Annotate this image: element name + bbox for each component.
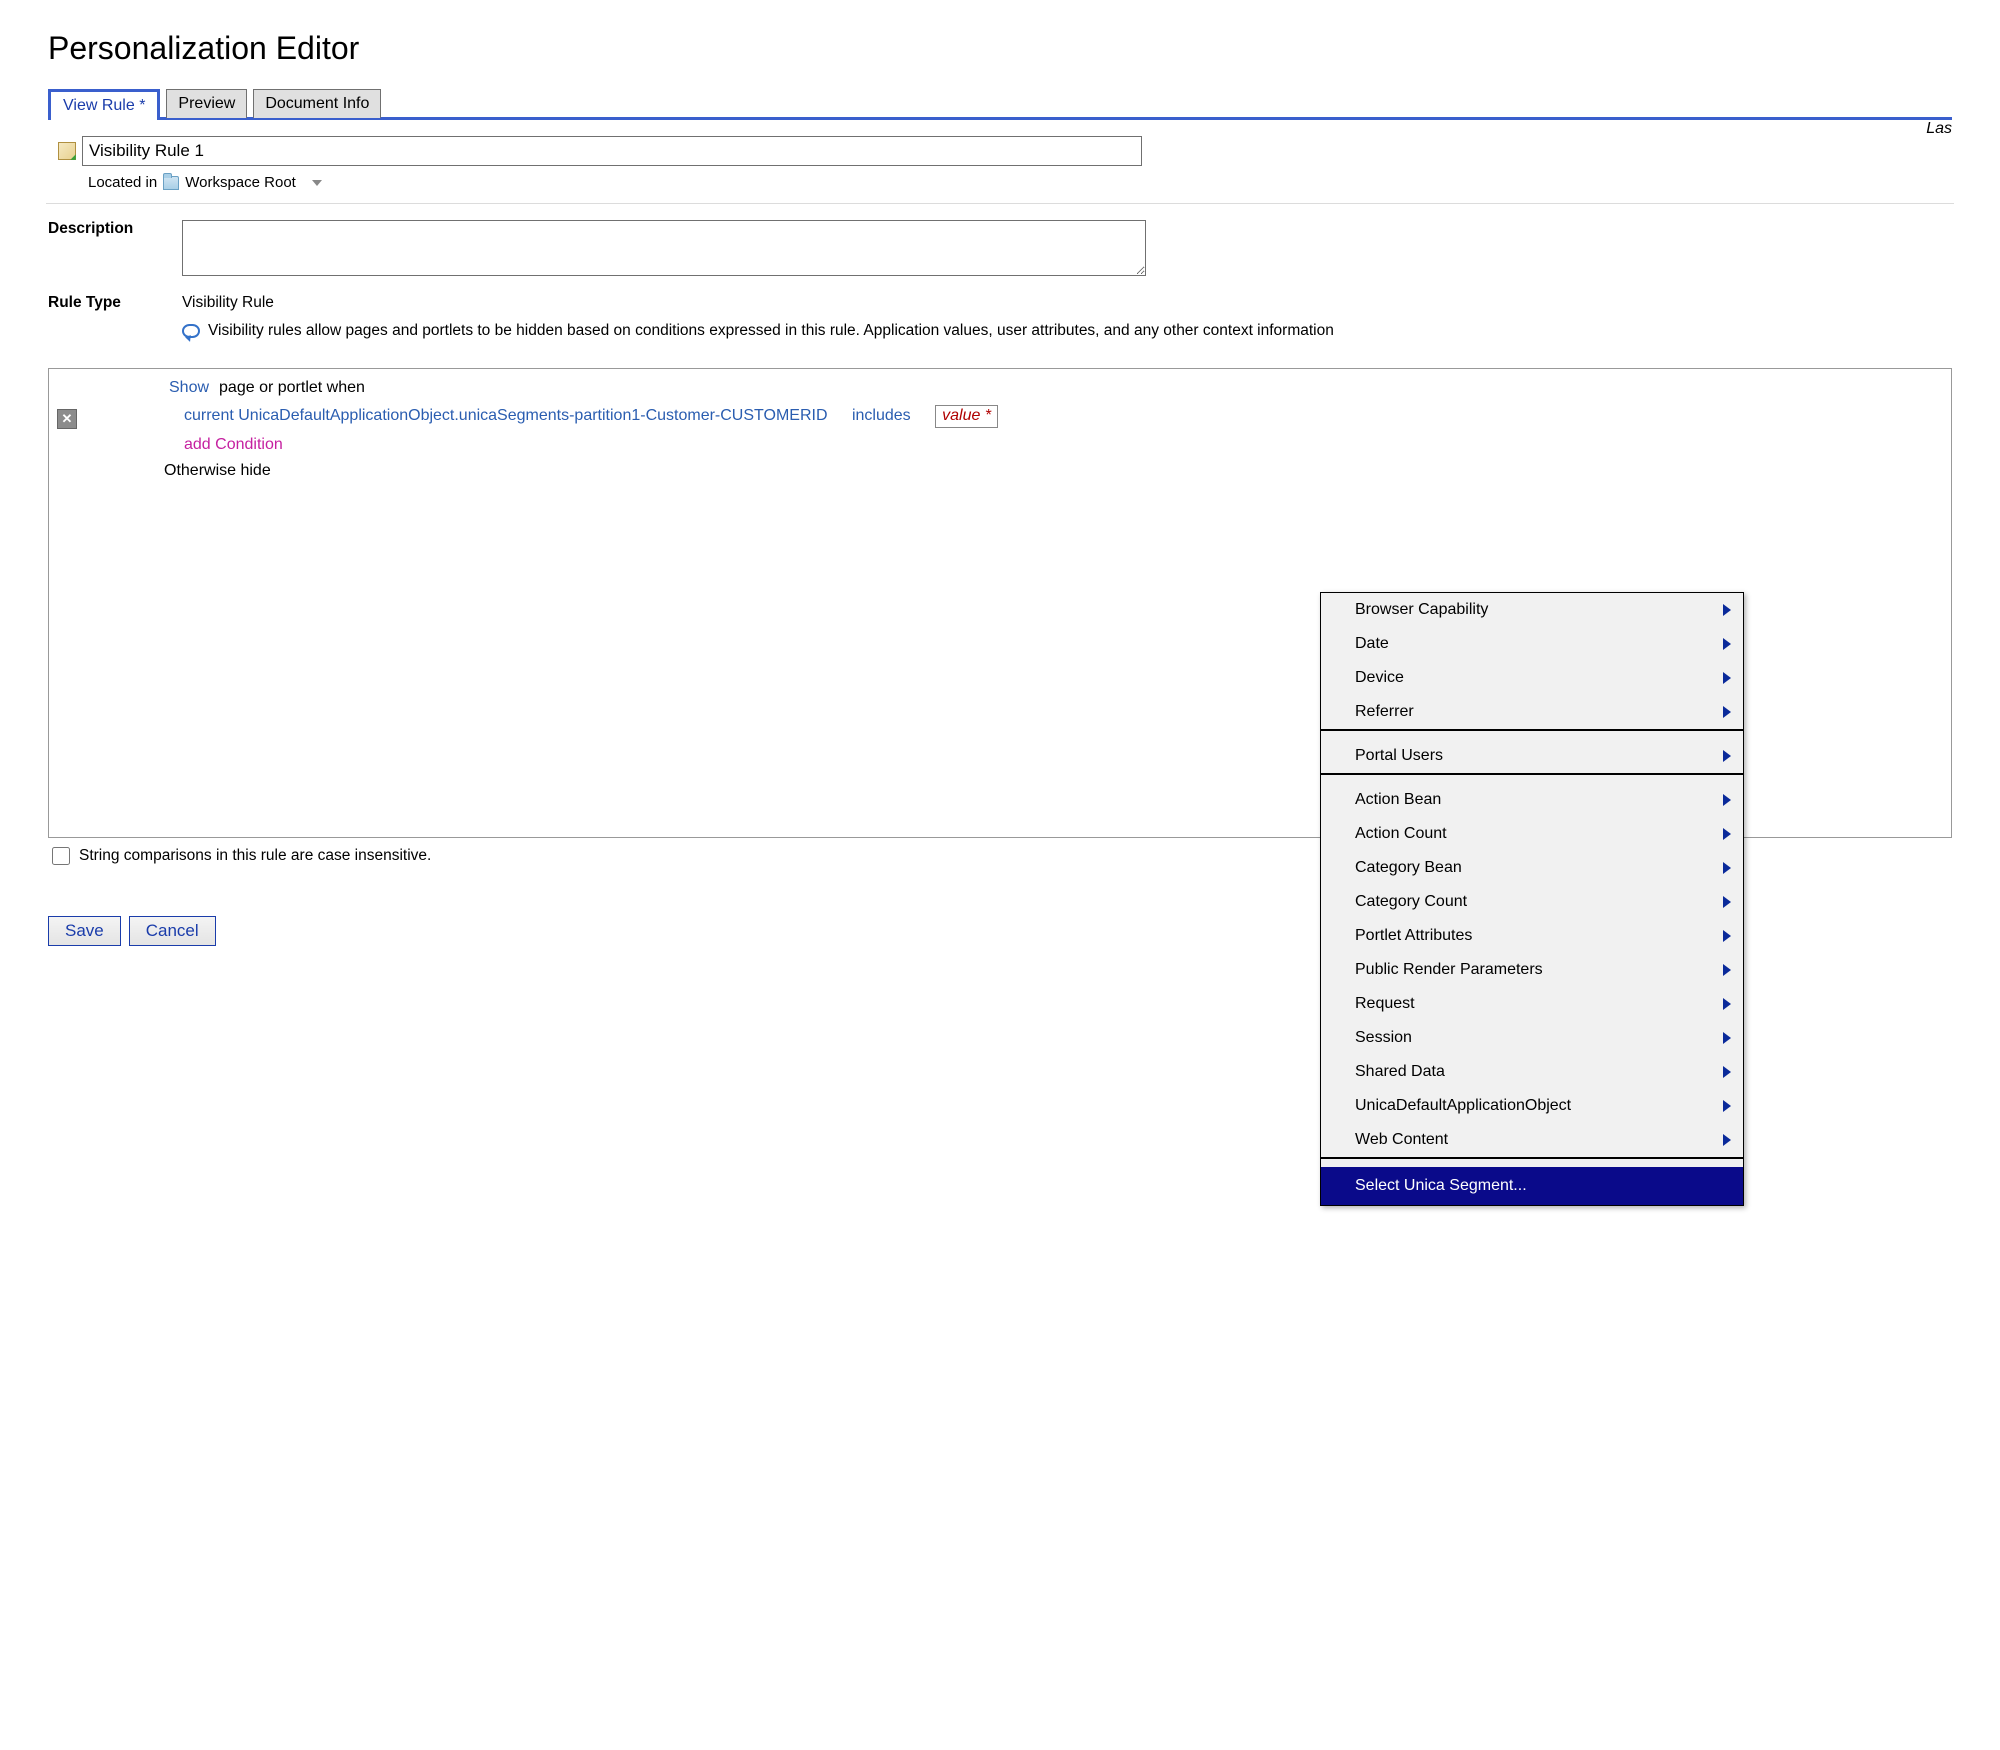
dropdown-item-label: Request xyxy=(1355,995,1415,1013)
dropdown-item-shared-data[interactable]: Shared Data xyxy=(1321,1055,1743,1089)
rule-document-icon xyxy=(58,142,76,160)
dropdown-item-date[interactable]: Date xyxy=(1321,627,1743,661)
dropdown-item-label: Public Render Parameters xyxy=(1355,961,1543,979)
dropdown-item-label: Browser Capability xyxy=(1355,601,1488,619)
dropdown-item-select-unica-segment[interactable]: Select Unica Segment... xyxy=(1321,1167,1743,1205)
dropdown-item-session[interactable]: Session xyxy=(1321,1021,1743,1055)
save-button[interactable]: Save xyxy=(48,916,121,946)
submenu-arrow-icon xyxy=(1723,1066,1731,1078)
rule-name-input[interactable] xyxy=(82,136,1142,166)
show-keyword[interactable]: Show xyxy=(169,379,209,397)
tab-document-info[interactable]: Document Info xyxy=(253,89,381,118)
dropdown-item-label: Portal Users xyxy=(1355,747,1443,765)
otherwise-hide-text: Otherwise hide xyxy=(164,462,271,480)
description-label: Description xyxy=(48,220,168,238)
rule-type-label: Rule Type xyxy=(48,294,168,312)
dropdown-item-label: Referrer xyxy=(1355,703,1414,721)
submenu-arrow-icon xyxy=(1723,794,1731,806)
dropdown-item-action-bean[interactable]: Action Bean xyxy=(1321,783,1743,817)
submenu-arrow-icon xyxy=(1723,706,1731,718)
dropdown-item-label: Category Count xyxy=(1355,893,1467,911)
workspace-root-icon xyxy=(163,176,179,190)
value-input[interactable]: value * xyxy=(935,405,998,428)
dropdown-item-label: Action Count xyxy=(1355,825,1447,843)
submenu-arrow-icon xyxy=(1723,638,1731,650)
cancel-button[interactable]: Cancel xyxy=(129,916,216,946)
help-bubble-icon xyxy=(182,324,200,338)
tab-view-rule[interactable]: View Rule * xyxy=(48,89,160,120)
dropdown-item-portal-users[interactable]: Portal Users xyxy=(1321,739,1743,773)
dropdown-item-category-count[interactable]: Category Count xyxy=(1321,885,1743,919)
workspace-root-value: Workspace Root xyxy=(185,174,296,191)
dropdown-item-action-count[interactable]: Action Count xyxy=(1321,817,1743,851)
submenu-arrow-icon xyxy=(1723,1134,1731,1146)
condition-expression-link[interactable]: current UnicaDefaultApplicationObject.un… xyxy=(184,407,828,425)
dropdown-item-referrer[interactable]: Referrer xyxy=(1321,695,1743,729)
rule-type-value: Visibility Rule xyxy=(182,294,1334,312)
located-in-label: Located in xyxy=(88,174,157,191)
includes-operator-link[interactable]: includes xyxy=(852,407,911,425)
submenu-arrow-icon xyxy=(1723,828,1731,840)
tab-preview[interactable]: Preview xyxy=(166,89,247,118)
remove-condition-button[interactable] xyxy=(57,409,77,429)
dropdown-item-label: Portlet Attributes xyxy=(1355,927,1472,945)
dropdown-item-label: Session xyxy=(1355,1029,1412,1047)
submenu-arrow-icon xyxy=(1723,1100,1731,1112)
page-or-portlet-when-text: page or portlet when xyxy=(219,379,365,397)
submenu-arrow-icon xyxy=(1723,862,1731,874)
separator xyxy=(46,203,1954,204)
submenu-arrow-icon xyxy=(1723,604,1731,616)
dropdown-item-label: Date xyxy=(1355,635,1389,653)
dropdown-item-label: Category Bean xyxy=(1355,859,1462,877)
dropdown-item-web-content[interactable]: Web Content xyxy=(1321,1123,1743,1157)
submenu-arrow-icon xyxy=(1723,672,1731,684)
dropdown-item-public-render-params[interactable]: Public Render Parameters xyxy=(1321,953,1743,987)
submenu-arrow-icon xyxy=(1723,1032,1731,1044)
case-insensitive-checkbox[interactable] xyxy=(52,847,70,865)
dropdown-item-label: Device xyxy=(1355,669,1404,687)
submenu-arrow-icon xyxy=(1723,998,1731,1010)
workspace-dropdown-icon[interactable] xyxy=(312,180,322,186)
dropdown-item-device[interactable]: Device xyxy=(1321,661,1743,695)
dropdown-item-portlet-attributes[interactable]: Portlet Attributes xyxy=(1321,919,1743,953)
tab-bar: View Rule * Preview Document Info xyxy=(48,87,1952,120)
description-textarea[interactable] xyxy=(182,220,1146,276)
dropdown-item-unica-default[interactable]: UnicaDefaultApplicationObject xyxy=(1321,1089,1743,1123)
add-condition-link[interactable]: add Condition xyxy=(184,436,283,454)
submenu-arrow-icon xyxy=(1723,964,1731,976)
submenu-arrow-icon xyxy=(1723,896,1731,908)
case-insensitive-label: String comparisons in this rule are case… xyxy=(79,847,431,865)
dropdown-item-category-bean[interactable]: Category Bean xyxy=(1321,851,1743,885)
submenu-arrow-icon xyxy=(1723,930,1731,942)
dropdown-item-request[interactable]: Request xyxy=(1321,987,1743,1021)
dropdown-item-label: Action Bean xyxy=(1355,791,1441,809)
dropdown-item-label: Shared Data xyxy=(1355,1063,1445,1081)
value-dropdown-menu: Browser Capability Date Device Referrer … xyxy=(1320,592,1744,1206)
dropdown-item-browser-capability[interactable]: Browser Capability xyxy=(1321,593,1743,627)
page-title: Personalization Editor xyxy=(48,30,1952,67)
dropdown-item-label: Web Content xyxy=(1355,1131,1448,1149)
last-modified-fragment: Las xyxy=(1926,120,1952,138)
rule-type-help-text: Visibility rules allow pages and portlet… xyxy=(208,322,1334,340)
dropdown-item-label: UnicaDefaultApplicationObject xyxy=(1355,1097,1571,1115)
submenu-arrow-icon xyxy=(1723,750,1731,762)
